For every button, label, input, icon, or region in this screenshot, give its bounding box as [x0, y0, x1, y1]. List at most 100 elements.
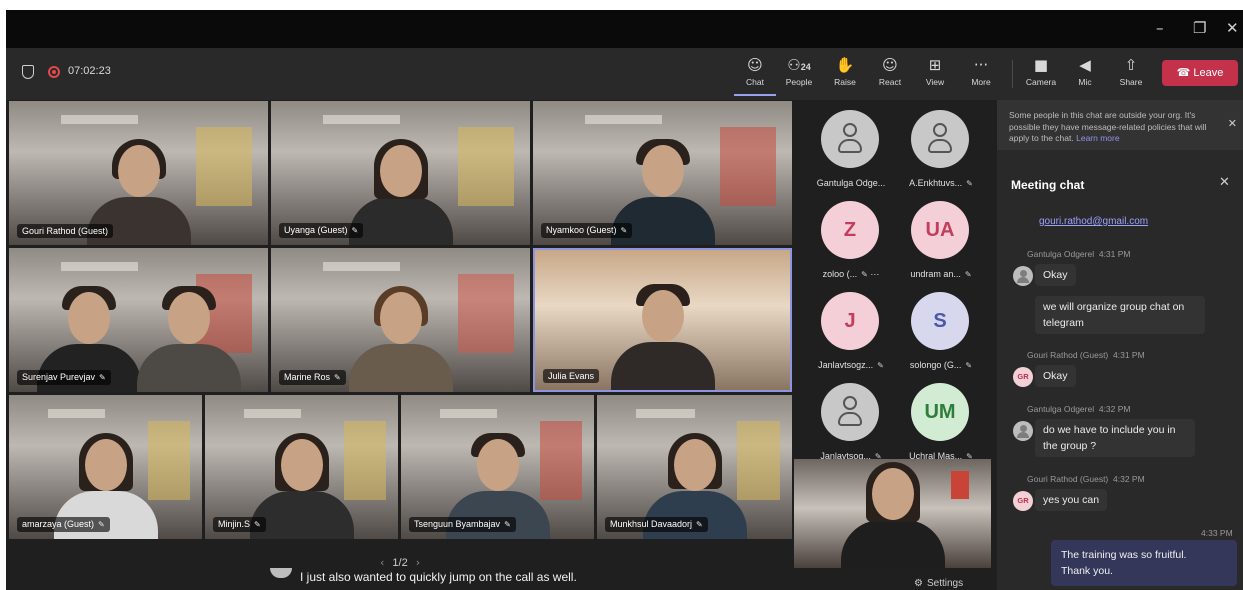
chat-icon: ☺ — [747, 56, 763, 74]
share-button[interactable]: ⇧ Share — [1110, 54, 1152, 96]
shield-icon — [22, 65, 34, 79]
participant-name-tag: Minjin.S ✎ — [213, 517, 266, 532]
external-org-banner: Some people in this chat are outside you… — [997, 100, 1243, 150]
video-tile[interactable]: Tsenguun Byambajav ✎ — [401, 395, 594, 539]
my-chat-message: The training was so fruitful. Thank you. — [1051, 540, 1237, 586]
message-meta: Gouri Rathod (Guest) 4:32 PM — [1027, 474, 1145, 484]
avatar: UM — [911, 383, 969, 441]
chat-message: Okay — [1035, 264, 1076, 286]
people-icon: ⚇ — [787, 56, 801, 74]
raise-hand-button[interactable]: ✋ Raise — [824, 54, 866, 96]
chat-message: we will organize group chat on telegram — [1035, 296, 1205, 334]
toolbar-divider — [1012, 60, 1013, 88]
more-icon: ··· — [973, 56, 989, 74]
email-link[interactable]: gouri.rathod@gmail.com — [1039, 216, 1148, 227]
chat-button[interactable]: ☺ Chat — [734, 54, 776, 96]
person-icon — [838, 396, 862, 428]
roster-card[interactable]: S solongo (G... ✎ — [892, 288, 990, 380]
recording-icon — [48, 66, 60, 78]
react-button[interactable]: ☺ React — [869, 54, 911, 96]
participant-name-tag: Gouri Rathod (Guest) — [17, 224, 114, 238]
person-icon — [838, 123, 862, 155]
chat-message: do we have to include you in the group ? — [1035, 419, 1195, 457]
settings-button[interactable]: ⚙ Settings — [914, 578, 963, 589]
video-tile[interactable]: Gouri Rathod (Guest) — [9, 101, 268, 245]
avatar: Z — [821, 201, 879, 259]
mic-muted-icon: ✎ — [620, 226, 628, 235]
roster-card[interactable]: Gantulga Odge... — [802, 106, 900, 198]
participant-name-tag: Marine Ros ✎ — [279, 370, 346, 385]
mic-muted-icon: ✎ — [696, 520, 703, 529]
mic-muted-icon: ✎ — [504, 520, 511, 529]
video-tile-active-speaker[interactable]: Julia Evans — [533, 248, 792, 392]
message-meta: 4:33 PM — [1201, 528, 1233, 538]
avatar: GR — [1013, 491, 1033, 511]
video-tile[interactable]: Nyamkoo (Guest) ✎ — [533, 101, 792, 245]
participant-name-tag: Munkhsul Davaadorj ✎ — [605, 517, 708, 532]
video-tile[interactable]: amarzaya (Guest) ✎ — [9, 395, 202, 539]
video-tile[interactable]: Minjin.S ✎ — [205, 395, 398, 539]
more-options-icon[interactable]: ··· — [870, 269, 879, 279]
raise-hand-icon: ✋ — [835, 56, 855, 74]
people-button[interactable]: ⚇24 People — [778, 54, 820, 96]
title-bar: – ❐ ✕ — [6, 10, 1243, 48]
camera-button[interactable]: ■ Camera — [1020, 54, 1062, 96]
minimize-button[interactable]: – — [1156, 19, 1164, 37]
self-view-video — [794, 459, 991, 568]
roster-card[interactable]: A.Enkhtuvs... ✎ — [892, 106, 990, 198]
roster-card[interactable]: Janlavtsog... ✎ — [802, 379, 900, 471]
roster-card[interactable]: UA undram an... ✎ — [892, 197, 990, 289]
message-meta: Gantulga Odgerel 4:32 PM — [1027, 404, 1131, 414]
view-icon: ⊞ — [928, 56, 942, 74]
caption-avatar — [270, 568, 292, 578]
mic-button[interactable]: ◀ Mic — [1064, 54, 1106, 96]
mic-muted-icon: ✎ — [98, 520, 105, 529]
message-meta: Gouri Rathod (Guest) 4:31 PM — [1027, 350, 1145, 360]
roster-card[interactable]: UM Uchral Mas... ✎ — [892, 379, 990, 471]
video-tile[interactable]: Surenjav Purevjav ✎ — [9, 248, 268, 392]
close-icon[interactable]: ✕ — [1228, 118, 1237, 130]
mic-muted-icon: ✎ — [964, 270, 972, 279]
close-chat-icon[interactable]: ✕ — [1219, 175, 1230, 190]
chat-message: yes you can — [1035, 489, 1108, 511]
mic-muted-icon: ✎ — [99, 373, 106, 382]
avatar — [911, 110, 969, 168]
participant-video — [603, 280, 723, 390]
participant-name-tag: Nyamkoo (Guest) ✎ — [541, 223, 633, 238]
participant-name-tag: Surenjav Purevjav ✎ — [17, 370, 111, 385]
video-tile[interactable]: Munkhsul Davaadorj ✎ — [597, 395, 792, 539]
more-button[interactable]: ··· More — [960, 54, 1002, 96]
avatar: UA — [911, 201, 969, 259]
leave-button[interactable]: ☎ Leave — [1162, 60, 1238, 86]
video-tile[interactable]: Marine Ros ✎ — [271, 248, 530, 392]
participant-video — [833, 459, 953, 568]
mic-muted-icon: ✎ — [877, 361, 884, 370]
learn-more-link[interactable]: Learn more — [1076, 133, 1119, 143]
participant-name-tag: Julia Evans — [543, 369, 600, 383]
phone-hangup-icon: ☎ — [1176, 66, 1191, 79]
gear-icon: ⚙ — [914, 578, 923, 589]
roster-card[interactable]: J Janlavtsogz... ✎ — [802, 288, 900, 380]
avatar: J — [821, 292, 879, 350]
mic-muted-icon: ✎ — [966, 179, 973, 188]
participant-video — [341, 282, 461, 392]
mic-muted-icon: ✎ — [254, 520, 261, 529]
chat-title: Meeting chat — [1011, 178, 1085, 192]
live-caption: I just also wanted to quickly jump on th… — [262, 566, 802, 590]
participant-name-tag: amarzaya (Guest) ✎ — [17, 517, 110, 532]
mic-muted-icon: ✎ — [965, 361, 973, 370]
roster-card[interactable]: Z zoloo (... ✎ ··· — [802, 197, 900, 289]
person-icon — [928, 123, 952, 155]
mic-muted-icon: ✎ — [334, 373, 341, 382]
react-icon: ☺ — [882, 56, 898, 74]
share-icon: ⇧ — [1124, 56, 1138, 74]
video-tile[interactable]: Uyanga (Guest) ✎ — [271, 101, 530, 245]
participant-count: 24 — [800, 62, 811, 72]
mic-muted-icon: ✎ — [861, 270, 868, 279]
participant-video — [129, 282, 249, 392]
close-window-button[interactable]: ✕ — [1226, 19, 1239, 37]
avatar — [1013, 421, 1033, 441]
view-button[interactable]: ⊞ View — [914, 54, 956, 96]
maximize-button[interactable]: ❐ — [1193, 19, 1206, 37]
teams-meeting-window: – ❐ ✕ 07:02:23 ☺ Chat ⚇24 People ✋ Raise… — [6, 10, 1243, 590]
